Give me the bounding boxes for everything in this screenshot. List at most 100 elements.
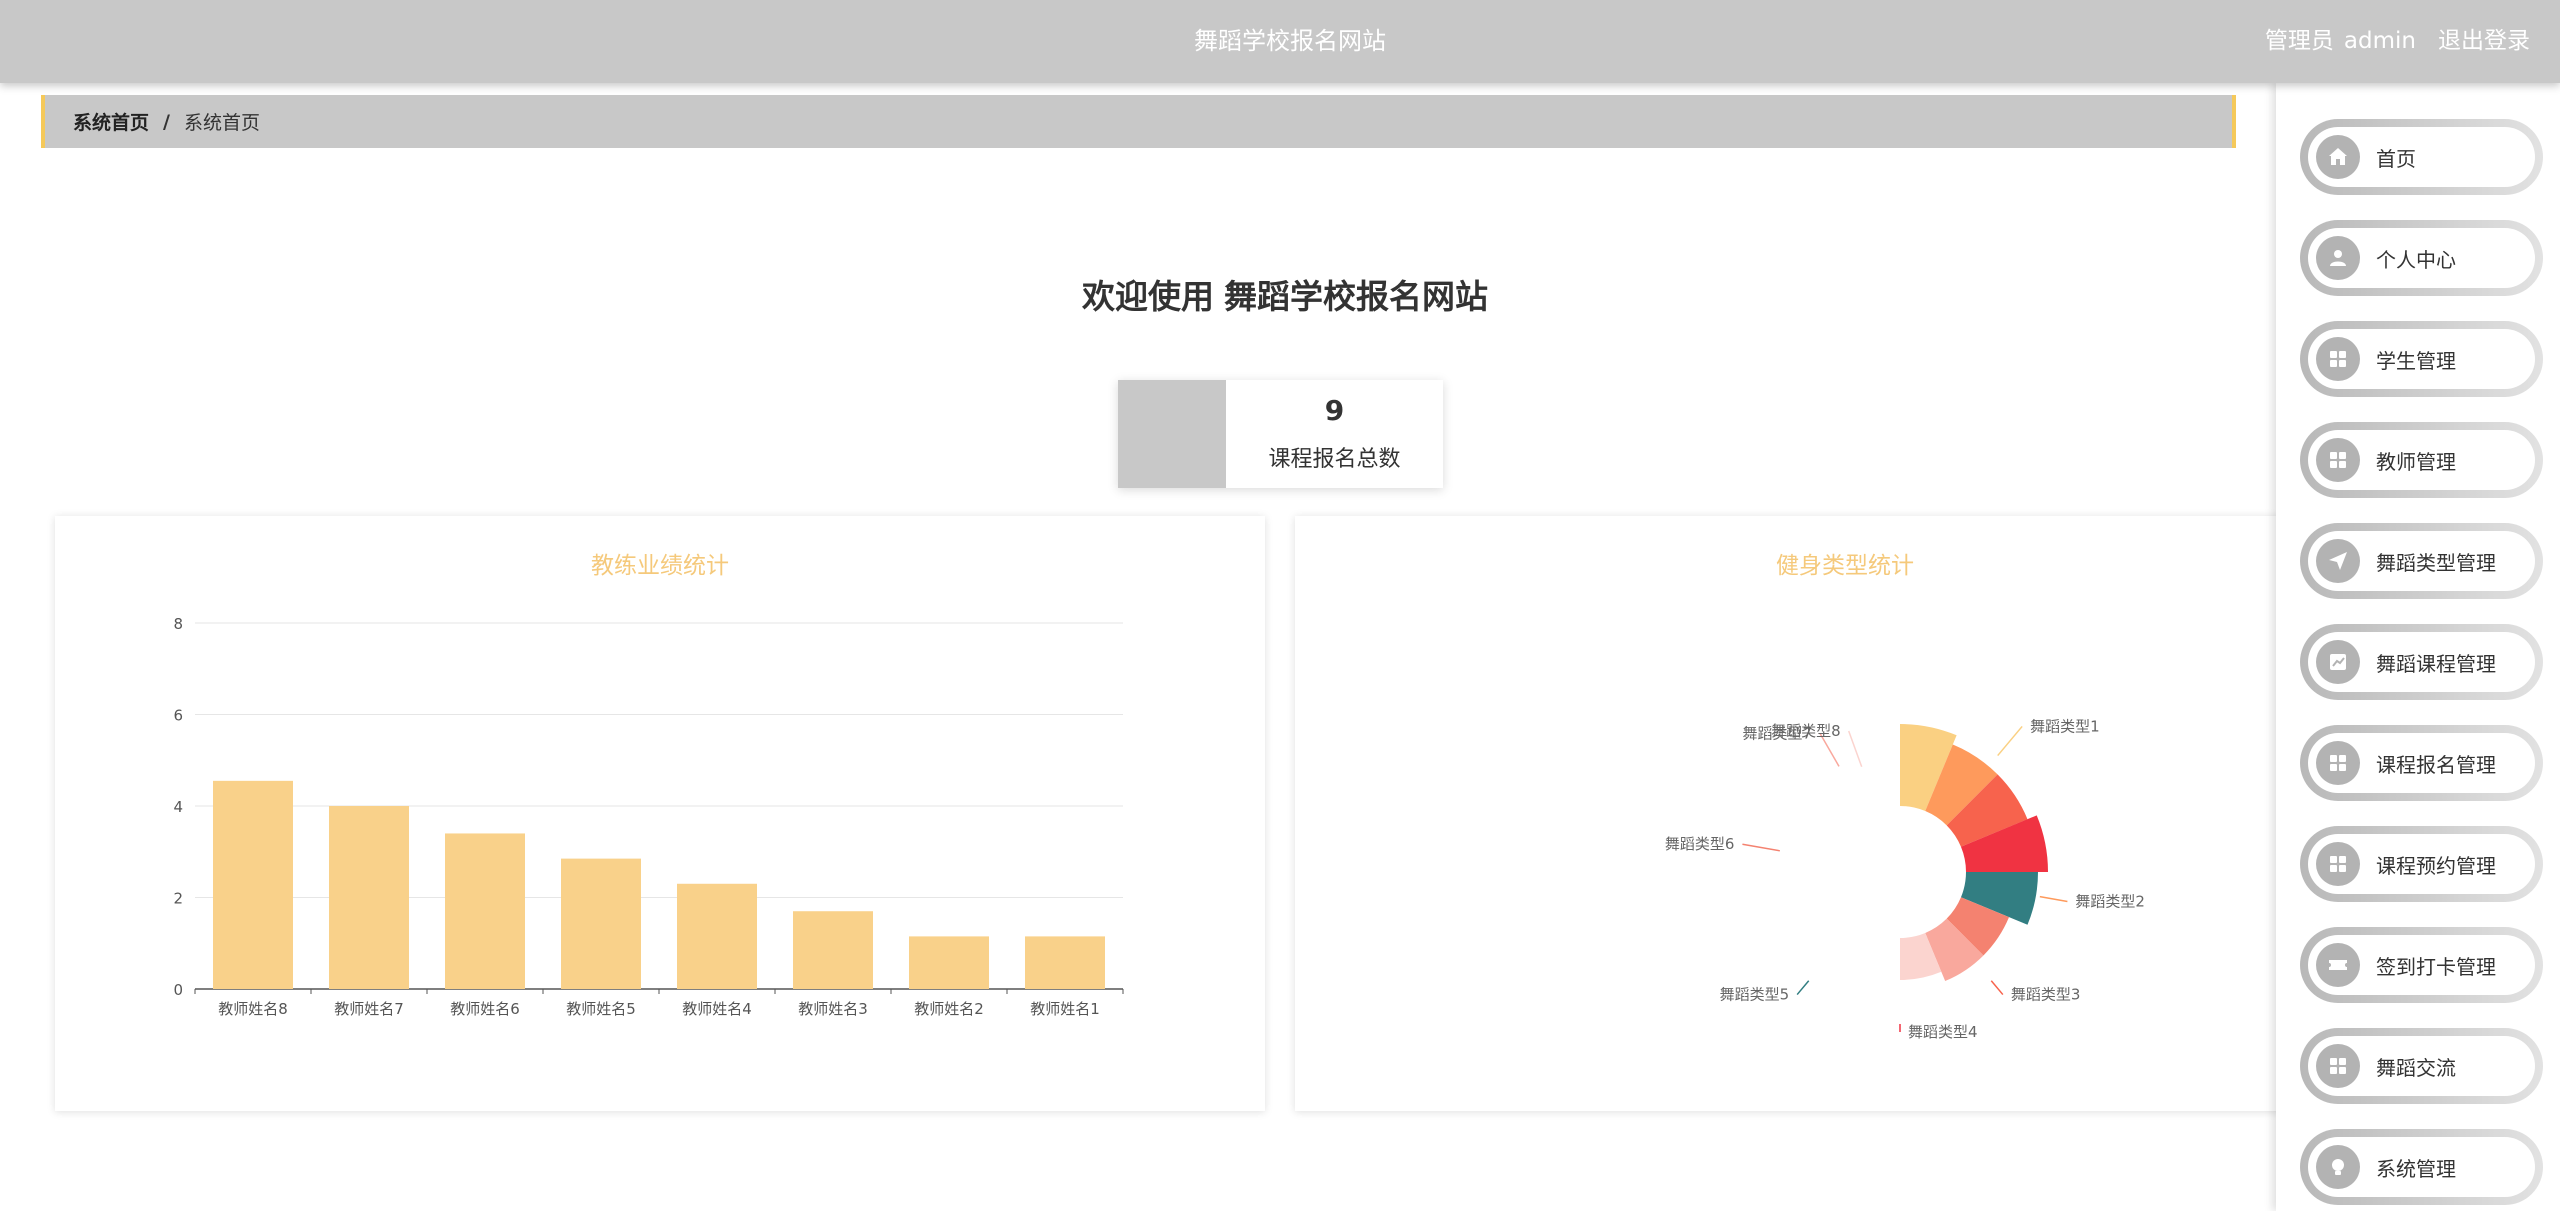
- sidebar-item-9[interactable]: 签到打卡管理: [2300, 927, 2543, 1003]
- sidebar-item-1[interactable]: 首页: [2300, 119, 2543, 195]
- sidebar-item-4[interactable]: 教师管理: [2300, 422, 2543, 498]
- sidebar-item-inner: 课程预约管理: [2308, 834, 2535, 894]
- welcome-site-name: 舞蹈学校报名网站: [1224, 277, 1488, 316]
- y-tick-label: 8: [173, 615, 183, 633]
- breadcrumb-home[interactable]: 系统首页: [73, 108, 149, 135]
- bar: [793, 911, 873, 989]
- pie-label: 舞蹈类型8: [1771, 722, 1841, 740]
- bar: [213, 780, 293, 989]
- welcome-heading: 欢迎使用 舞蹈学校报名网站: [0, 270, 2560, 318]
- x-tick-label: 教师姓名7: [334, 1000, 404, 1018]
- x-tick-label: 教师姓名1: [1030, 1000, 1100, 1018]
- send-icon: [2316, 539, 2360, 583]
- user-icon: [2316, 236, 2360, 280]
- sidebar-item-label: 签到打卡管理: [2376, 954, 2496, 979]
- grid-icon: [2316, 438, 2360, 482]
- pie-label-line: [1742, 843, 1780, 852]
- x-tick-label: 教师姓名5: [566, 1000, 636, 1018]
- x-tick-label: 教师姓名2: [914, 1000, 984, 1018]
- sidebar-item-11[interactable]: 系统管理: [2300, 1129, 2543, 1205]
- sidebar-item-inner: 舞蹈类型管理: [2308, 531, 2535, 591]
- bar: [677, 883, 757, 989]
- bar: [329, 806, 409, 989]
- sidebar-item-inner: 舞蹈课程管理: [2308, 632, 2535, 692]
- sidebar-item-7[interactable]: 课程报名管理: [2300, 725, 2543, 801]
- grid-icon: [2316, 337, 2360, 381]
- x-tick-label: 教师姓名8: [218, 1000, 288, 1018]
- ticket-icon: [2316, 943, 2360, 987]
- stat-icon-box: [1118, 380, 1226, 488]
- pie-label-line: [1796, 980, 1810, 996]
- pie-chart: 舞蹈类型1舞蹈类型2舞蹈类型3舞蹈类型4舞蹈类型5舞蹈类型6舞蹈类型7舞蹈类型8: [1665, 717, 2145, 1041]
- sidebar-item-label: 个人中心: [2376, 247, 2456, 272]
- sidebar-item-label: 首页: [2376, 146, 2416, 171]
- sidebar-item-10[interactable]: 舞蹈交流: [2300, 1028, 2543, 1104]
- user-area: 管理员 admin 退出登录: [2255, 0, 2530, 83]
- breadcrumb: 系统首页 / 系统首页: [41, 95, 2236, 148]
- sidebar-item-label: 舞蹈交流: [2376, 1055, 2456, 1080]
- pie-label-line: [2039, 895, 2068, 903]
- pie-label: 舞蹈类型6: [1665, 835, 1735, 853]
- pie-label-line: [1997, 725, 2023, 757]
- sidebar-item-label: 舞蹈课程管理: [2376, 651, 2496, 676]
- breadcrumb-separator: /: [163, 110, 170, 133]
- sidebar-item-2[interactable]: 个人中心: [2300, 220, 2543, 296]
- sidebar-item-label: 教师管理: [2376, 449, 2456, 474]
- sidebar-item-3[interactable]: 学生管理: [2300, 321, 2543, 397]
- sidebar-item-label: 课程预约管理: [2376, 853, 2496, 878]
- stat-info: 9 课程报名总数: [1226, 380, 1443, 488]
- sidebar-item-8[interactable]: 课程预约管理: [2300, 826, 2543, 902]
- sidebar-item-inner: 首页: [2308, 127, 2535, 187]
- home-icon: [2316, 135, 2360, 179]
- user-role: 管理员: [2264, 28, 2334, 54]
- sidebar-item-label: 学生管理: [2376, 348, 2456, 373]
- y-tick-label: 4: [173, 798, 183, 816]
- logout-link[interactable]: 退出登录: [2438, 28, 2530, 54]
- x-tick-label: 教师姓名4: [682, 1000, 752, 1018]
- bar: [445, 833, 525, 989]
- grid-icon: [2316, 842, 2360, 886]
- y-tick-label: 6: [173, 707, 183, 725]
- bar-chart-title: 教练业绩统计: [591, 553, 729, 579]
- stat-label: 课程报名总数: [1268, 447, 1401, 472]
- site-title: 舞蹈学校报名网站: [1194, 27, 1386, 55]
- pie-label: 舞蹈类型3: [2011, 986, 2081, 1004]
- x-tick-label: 教师姓名6: [450, 1000, 520, 1018]
- pie-label: 舞蹈类型2: [2075, 893, 2145, 911]
- sidebar-item-inner: 系统管理: [2308, 1137, 2535, 1197]
- sidebar-item-6[interactable]: 舞蹈课程管理: [2300, 624, 2543, 700]
- chart-icon: [2316, 640, 2360, 684]
- enrollment-total-card: 9 课程报名总数: [1118, 380, 1443, 488]
- bulb-icon: [2316, 1145, 2360, 1189]
- bar: [909, 936, 989, 989]
- pie-label: 舞蹈类型4: [1908, 1023, 1978, 1041]
- dance-type-panel: 舞蹈类型1 舞蹈类型2 舞蹈类型3 舞蹈类型4 舞蹈类型5 舞蹈类型6 舞蹈类型7 舞蹈类型8…: [1295, 516, 2395, 1111]
- sidebar-item-inner: 签到打卡管理: [2308, 935, 2535, 995]
- bar-chart: 0 2 4 6 8 教师姓名8 教师姓名7 教师姓名6 教师姓名5 教师姓名4 教师姓名3 教师姓名2…: [173, 615, 1124, 1018]
- sidebar-item-inner: 学生管理: [2308, 329, 2535, 389]
- pie-label: 舞蹈类型5: [1720, 986, 1790, 1004]
- grid-icon: [2316, 741, 2360, 785]
- pie-chart-title: 健身类型统计: [1776, 553, 1914, 579]
- x-tick-label: 教师姓名3: [798, 1000, 868, 1018]
- grid-icon: [2316, 1044, 2360, 1088]
- sidebar-item-5[interactable]: 舞蹈类型管理: [2300, 523, 2543, 599]
- sidebar-item-label: 系统管理: [2376, 1156, 2456, 1181]
- sidebar-item-label: 课程报名管理: [2376, 752, 2496, 777]
- y-tick-label: 2: [173, 890, 183, 908]
- bar: [561, 858, 641, 989]
- coach-performance-panel: 0 2 4 6 8 教师姓名8 教师姓名7 教师姓名6 教师姓名5 教师姓名4 教师姓名3 教师姓名2…: [55, 516, 1265, 1111]
- sidebar-menu: 首页个人中心学生管理教师管理舞蹈类型管理 舞蹈课程管理 课程报名管理 课程预约管理 签到…: [2276, 83, 2560, 1211]
- y-tick-label: 0: [173, 981, 183, 999]
- username: admin: [2343, 28, 2416, 54]
- pie-label: 舞蹈类型1: [2030, 717, 2100, 735]
- sidebar-item-inner: 个人中心: [2308, 228, 2535, 288]
- sidebar-item-inner: 舞蹈交流: [2308, 1036, 2535, 1096]
- pie-label-line: [1990, 980, 2004, 996]
- sidebar-item-inner: 教师管理: [2308, 430, 2535, 490]
- sidebar-item-label: 舞蹈类型管理: [2376, 550, 2496, 575]
- pie-label-line: [1847, 730, 1863, 768]
- top-header: 舞蹈学校报名网站 管理员 admin 退出登录: [0, 0, 2560, 83]
- sidebar-item-inner: 课程报名管理: [2308, 733, 2535, 793]
- stat-value: 9: [1324, 394, 1345, 427]
